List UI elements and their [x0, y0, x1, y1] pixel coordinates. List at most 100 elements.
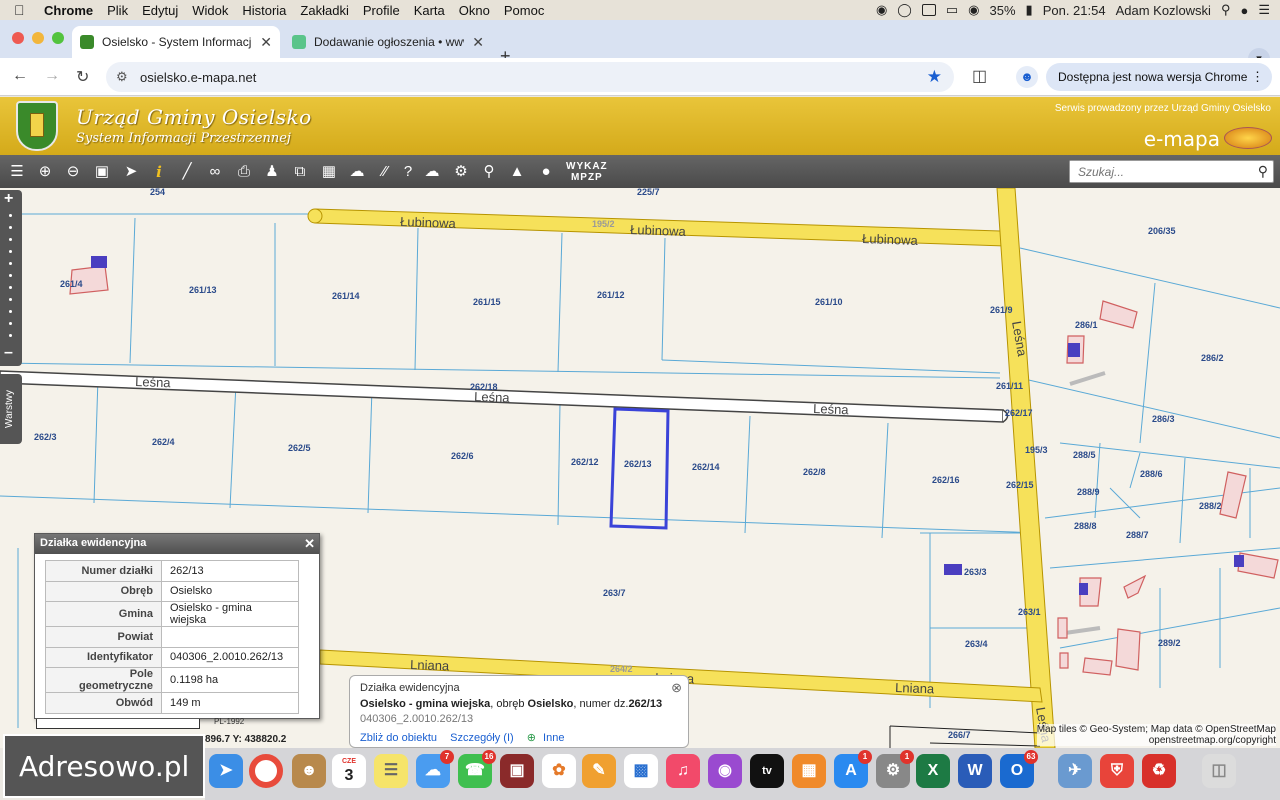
- zoom-minus-button[interactable]: –: [4, 344, 13, 362]
- safari-icon[interactable]: ➤: [209, 754, 243, 788]
- menu-pomoc[interactable]: Pomoc: [504, 3, 544, 18]
- zoom-plus-button[interactable]: +: [4, 190, 13, 208]
- extension-status-icon[interactable]: ◉: [876, 2, 887, 18]
- menu-edytuj[interactable]: Edytuj: [142, 3, 178, 18]
- extensions-puzzle-icon[interactable]: ◫: [972, 66, 987, 86]
- layers-panel-tab[interactable]: Warstwy: [0, 374, 22, 444]
- apple-tv-icon[interactable]: tv: [750, 754, 784, 788]
- menu-profile[interactable]: Profile: [363, 3, 400, 18]
- notes-icon[interactable]: ☰: [374, 754, 408, 788]
- menu-historia[interactable]: Historia: [242, 3, 286, 18]
- zoom-window-button[interactable]: [52, 32, 64, 44]
- preview-icon[interactable]: ✈: [1058, 754, 1092, 788]
- close-icon[interactable]: ⊗: [671, 680, 682, 696]
- bookmark-star-icon[interactable]: ★: [927, 67, 942, 87]
- chrome-icon[interactable]: [249, 754, 283, 788]
- security-shield-icon[interactable]: ⛨: [1100, 754, 1134, 788]
- search-icon[interactable]: ⚲: [1258, 163, 1268, 180]
- menu-app-chrome[interactable]: Chrome: [44, 3, 93, 18]
- hatch-icon[interactable]: ⁄⁄: [374, 161, 396, 183]
- cloud-download-icon[interactable]: ☁: [421, 161, 443, 183]
- shield-status-icon[interactable]: ◯: [897, 2, 912, 18]
- spotlight-icon[interactable]: ⚲: [1221, 2, 1231, 18]
- acrobat-icon[interactable]: ♻: [1142, 754, 1176, 788]
- clock[interactable]: Pon. 21:54: [1043, 3, 1106, 18]
- crs-label[interactable]: PL-1992: [214, 717, 244, 726]
- system-settings-icon[interactable]: ⚙ 1: [876, 750, 914, 788]
- pointer-icon[interactable]: ➤: [120, 161, 142, 183]
- menu-widok[interactable]: Widok: [192, 3, 228, 18]
- zoom-to-object-link[interactable]: Zbliż do obiektu: [360, 732, 437, 744]
- menu-okno[interactable]: Okno: [459, 3, 490, 18]
- street-view-icon[interactable]: ♟: [261, 161, 283, 183]
- profile-avatar-icon[interactable]: ☻: [1016, 66, 1038, 88]
- panel-header[interactable]: Działka ewidencyjna ✕: [35, 534, 319, 554]
- markers-icon[interactable]: ●: [535, 161, 557, 183]
- apple-icon[interactable]: : [14, 2, 36, 18]
- siri-icon[interactable]: ●: [1240, 3, 1248, 18]
- search-area-icon[interactable]: ⚲: [478, 161, 500, 183]
- geo-system-logo-icon[interactable]: [1224, 127, 1272, 149]
- attribution-line[interactable]: Map tiles © Geo-System; Map data © OpenS…: [1037, 724, 1276, 735]
- plus-circle-icon[interactable]: ⊕: [527, 732, 536, 744]
- address-bar[interactable]: ⚙ osielsko.e-mapa.net ★: [106, 62, 954, 92]
- facetime-icon[interactable]: ☎ 16: [458, 750, 496, 788]
- wifi-icon[interactable]: ◉: [968, 2, 979, 18]
- zoom-extent-icon[interactable]: ▣: [91, 161, 113, 183]
- contacts-icon[interactable]: ☻: [292, 754, 326, 788]
- close-tab-icon[interactable]: ✕: [260, 34, 272, 51]
- photo-booth-icon[interactable]: ▣: [500, 754, 534, 788]
- attribution-line[interactable]: openstreetmap.org/copyright: [1037, 735, 1276, 746]
- map-search-input[interactable]: [1070, 161, 1240, 182]
- excel-icon[interactable]: X: [916, 754, 950, 788]
- compare-icon[interactable]: ▲: [506, 161, 528, 183]
- chrome-menu-icon[interactable]: ⋮: [1251, 69, 1264, 85]
- emapa-logo[interactable]: e-mapa: [1144, 127, 1220, 151]
- close-icon[interactable]: ✕: [304, 536, 315, 552]
- app-store-icon[interactable]: A1: [834, 750, 872, 788]
- books-icon[interactable]: ▦: [792, 754, 826, 788]
- music-icon[interactable]: ♫: [666, 754, 700, 788]
- zoom-slider[interactable]: + –: [0, 190, 22, 366]
- comment-icon[interactable]: ☁: [346, 161, 368, 183]
- trash-icon[interactable]: ◫: [1202, 754, 1236, 788]
- tab-osielsko[interactable]: Osielsko - System Informacji ✕: [72, 26, 280, 58]
- help-icon[interactable]: ?: [397, 161, 419, 183]
- close-window-button[interactable]: [12, 32, 24, 44]
- menu-zakladki[interactable]: Zakładki: [300, 3, 348, 18]
- layers-icon[interactable]: ☰: [6, 161, 28, 183]
- control-center-icon[interactable]: ☰: [1258, 2, 1270, 18]
- other-link[interactable]: Inne: [543, 732, 564, 744]
- measure-ruler-icon[interactable]: ╱: [176, 161, 198, 183]
- zoom-out-icon[interactable]: ⊖: [62, 161, 84, 183]
- word-icon[interactable]: W: [958, 754, 992, 788]
- minimize-window-button[interactable]: [32, 32, 44, 44]
- reload-icon[interactable]: ↻: [76, 67, 89, 87]
- wykaz-mpzp-button[interactable]: WYKAZ MPZP: [566, 161, 608, 183]
- photos-icon[interactable]: ✿: [542, 754, 576, 788]
- podcasts-icon[interactable]: ◉: [708, 754, 742, 788]
- calendar-icon[interactable]: CZE 3: [332, 754, 366, 788]
- menu-plik[interactable]: Plik: [107, 3, 128, 18]
- forward-arrow-icon[interactable]: →: [44, 67, 60, 85]
- screen-mirror-icon[interactable]: ▭: [946, 2, 958, 18]
- b-status-icon[interactable]: [921, 4, 936, 16]
- chrome-update-button[interactable]: Dostępna jest nowa wersja Chrome ⋮: [1046, 63, 1272, 91]
- site-info-icon[interactable]: ⚙: [116, 69, 128, 85]
- back-arrow-icon[interactable]: ←: [12, 67, 28, 85]
- tab-dodawanie[interactable]: Dodawanie ogłoszenia • www ✕: [284, 26, 492, 58]
- menu-karta[interactable]: Karta: [414, 3, 445, 18]
- outlook-icon[interactable]: O 63: [1000, 750, 1038, 788]
- battery-icon[interactable]: ▮: [1026, 2, 1033, 18]
- link-icon[interactable]: ∞: [204, 161, 226, 183]
- info-icon[interactable]: i: [148, 161, 170, 183]
- print-icon[interactable]: ⎙: [233, 161, 255, 183]
- messages-icon[interactable]: ☁ 7: [416, 750, 454, 788]
- pages-icon[interactable]: ✎: [582, 754, 616, 788]
- copy-coordinates-icon[interactable]: ⧉: [289, 161, 311, 183]
- details-link[interactable]: Szczegóły (I): [450, 732, 514, 744]
- zoom-in-icon[interactable]: ⊕: [34, 161, 56, 183]
- close-tab-icon[interactable]: ✕: [472, 34, 484, 51]
- settings-gear-icon[interactable]: ⚙: [450, 161, 472, 183]
- url-text[interactable]: osielsko.e-mapa.net: [140, 70, 256, 85]
